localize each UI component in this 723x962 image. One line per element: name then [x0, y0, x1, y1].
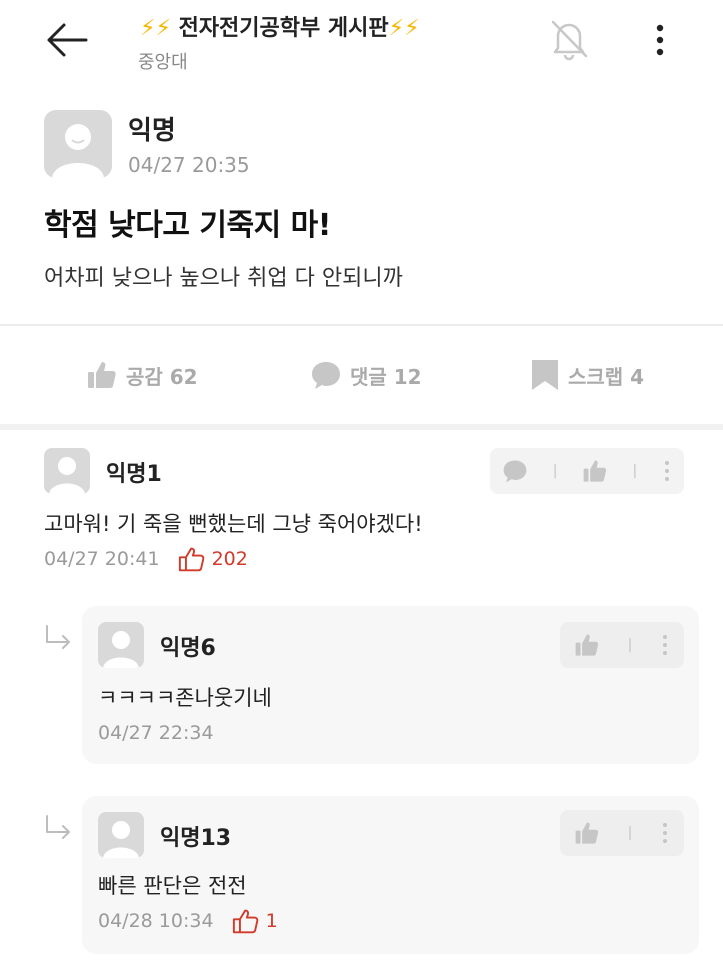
reply-timestamp: 04/28 10:34	[98, 910, 214, 932]
post-title: 학점 낮다고 기죽지 마!	[44, 208, 331, 243]
bell-off-icon	[551, 20, 588, 61]
comment-toolbar: | |	[490, 448, 684, 494]
toolbar-separator: |	[552, 463, 558, 479]
like-button[interactable]: 공감 62	[86, 355, 198, 395]
reply-author: 익명13	[160, 826, 232, 851]
reply-bubble-icon[interactable]	[502, 458, 528, 484]
more-options-button[interactable]	[648, 20, 672, 60]
post-body: 어차피 낮으나 높으나 취업 다 안되니까	[44, 266, 403, 291]
board-title: ⚡⚡ 전자전기공학부 게시판⚡⚡	[140, 10, 420, 42]
default-profile-icon	[103, 631, 139, 668]
more-vertical-icon[interactable]	[660, 821, 670, 845]
like-count-label: 공감 62	[126, 364, 198, 389]
reply-meta: 04/28 10:34 1	[98, 908, 278, 934]
comment-count-label: 댓글 12	[350, 364, 422, 389]
reply-like-count: 1	[232, 908, 278, 934]
avatar	[98, 622, 144, 668]
scrap-button[interactable]: 스크랩 4	[530, 355, 644, 395]
board-title-text: 전자전기공학부 게시판	[178, 16, 389, 41]
reply-author: 익명6	[160, 636, 216, 661]
reply-toolbar: |	[560, 810, 684, 856]
reply-timestamp: 04/27 22:34	[98, 722, 214, 744]
comment-like-count: 202	[178, 546, 248, 572]
divider	[0, 424, 723, 430]
default-profile-icon	[103, 821, 139, 858]
default-profile-icon	[49, 457, 85, 494]
thumbs-up-icon[interactable]	[574, 820, 600, 846]
toolbar-separator: |	[627, 637, 633, 653]
toolbar-separator: |	[627, 825, 633, 841]
thumbs-up-icon[interactable]	[582, 458, 608, 484]
scrap-count-label: 스크랩 4	[568, 364, 645, 389]
more-vertical-icon[interactable]	[662, 459, 672, 483]
avatar	[44, 110, 112, 178]
like-count-value: 1	[265, 910, 278, 932]
default-profile-icon	[52, 124, 104, 178]
reply-toolbar: |	[560, 622, 684, 668]
comment-text: 고마워! 기 죽을 뻔했는데 그냥 죽어야겠다!	[44, 512, 423, 536]
notification-toggle-button[interactable]	[546, 16, 592, 62]
comment-button[interactable]: 댓글 12	[310, 355, 422, 395]
reply-text: ㅋㅋㅋㅋ존나웃기네	[98, 686, 272, 710]
thumbs-up-icon	[88, 362, 116, 388]
post-timestamp: 04/27 20:35	[128, 153, 250, 177]
speech-bubble-icon	[312, 362, 340, 389]
thumbs-up-outline-icon	[178, 547, 204, 572]
like-count-value: 202	[211, 548, 248, 570]
avatar	[44, 448, 90, 494]
back-arrow-icon	[47, 23, 88, 57]
lightning-icon: ⚡	[404, 16, 420, 41]
bookmark-icon	[532, 360, 558, 390]
comment-meta: 04/27 20:41 202	[44, 546, 248, 572]
reply-arrow-icon	[46, 625, 70, 649]
reply-meta: 04/27 22:34	[98, 722, 214, 744]
avatar	[98, 812, 144, 858]
toolbar-separator: |	[632, 463, 638, 479]
reply-text: 빠른 판단은 전전	[98, 874, 247, 898]
thumbs-up-outline-icon	[232, 909, 258, 934]
more-vertical-icon[interactable]	[660, 633, 670, 657]
lightning-icon: ⚡	[155, 16, 171, 41]
lightning-icon: ⚡	[388, 16, 405, 41]
lightning-icon: ⚡	[140, 16, 156, 41]
back-button[interactable]	[44, 20, 90, 60]
reply-arrow-icon	[46, 815, 70, 839]
divider	[0, 324, 723, 326]
comment-timestamp: 04/27 20:41	[44, 548, 160, 570]
comment-author: 익명1	[106, 462, 162, 487]
school-name: 중앙대	[138, 52, 188, 73]
post-author: 익명	[128, 116, 176, 146]
thumbs-up-icon[interactable]	[574, 632, 600, 658]
more-vertical-icon	[656, 24, 664, 56]
